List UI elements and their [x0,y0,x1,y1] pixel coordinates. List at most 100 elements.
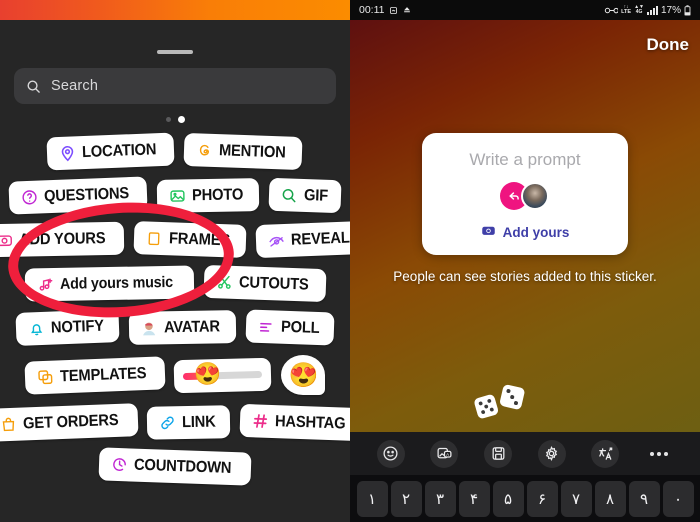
sticker-mention[interactable]: MENTION [183,132,304,171]
countdown-clock-icon [110,455,129,474]
link-chain-icon [158,414,176,432]
key-6[interactable]: ۶ [526,480,558,517]
key-7[interactable]: ۷ [560,480,592,517]
sticker-label: TEMPLATES [59,364,147,385]
sticker-label: MENTION [218,141,287,161]
eye-care-icon [604,6,619,15]
add-yours-label: Add yours [502,224,570,240]
key-4[interactable]: ۴ [458,480,490,517]
search-placeholder: Search [51,78,99,94]
poll-bars-icon [257,317,276,336]
sheet-grabber-handle[interactable] [157,50,193,54]
sticker-hashtag[interactable]: HASHTAG [239,403,350,442]
pagination-dots [0,116,350,123]
location-pin-icon [58,144,77,163]
upload-cloud-icon [402,5,412,15]
sticker-label: COUNTDOWN [133,456,232,477]
sticker-label: LOCATION [82,140,157,161]
prompt-placeholder-text[interactable]: Write a prompt [469,150,580,170]
sticker-templates[interactable]: TEMPLATES [23,355,166,395]
sticker-label: REVEAL [290,229,350,249]
search-input[interactable]: Search [14,68,336,104]
sticker-row: LOCATION MENTION [0,132,350,171]
translate-swap-icon[interactable] [591,439,620,468]
sticker-avatar[interactable]: AVATAR [129,310,237,345]
sticker-label: ADD YOURS [18,229,106,249]
scissors-icon [214,273,233,292]
sticker-label: FRAMES [168,229,231,249]
camera-icon [0,231,13,249]
slider-track[interactable]: 😍 [183,361,263,386]
key-9[interactable]: ۹ [628,480,660,517]
status-bar: 00:11 ↑↓ LTE ▲▼ 4G 17% [350,0,700,20]
sticker-cutouts[interactable]: CUTOUTS [203,264,326,303]
lte-icon: ↑↓ LTE [621,3,632,15]
pagination-dot-1[interactable] [165,117,171,122]
story-canvas[interactable]: Done Write a prompt Add yours People can… [350,20,700,432]
sticker-row: NOTIFY AVATAR POLL [0,309,350,346]
bell-icon [27,319,46,338]
sticker-link[interactable]: LINK [147,405,231,440]
sticker-add-yours[interactable]: ADD YOURS [0,221,125,258]
key-5[interactable]: ۵ [492,480,524,517]
sticker-row: ADD YOURS FRAMES REVEAL [0,220,350,259]
sticker-location[interactable]: LOCATION [46,132,175,171]
question-circle-icon [20,188,39,207]
sticker-image-icon[interactable]: A [430,439,459,468]
sticker-countdown[interactable]: COUNTDOWN [98,447,252,486]
editor-toolbar: A [350,432,700,475]
sticker-row: COUNTDOWN [0,447,350,486]
battery-icon [684,4,691,16]
slider-emoji-knob[interactable]: 😍 [194,361,222,387]
sticker-add-yours-music[interactable]: Add yours music [24,265,194,302]
add-yours-prompt-card[interactable]: Write a prompt Add yours [422,133,628,255]
camera-icon [481,223,496,241]
screenshot-icon [389,6,398,15]
story-editor-panel: 00:11 ↑↓ LTE ▲▼ 4G 17% Done Write a prom… [350,0,700,522]
sticker-photo[interactable]: PHOTO [157,178,260,213]
hashtag-icon [251,412,270,431]
sticker-label: HASHTAG [274,412,346,433]
battery-percent: 17% [660,4,681,16]
more-options-icon[interactable] [645,440,673,468]
photo-image-icon [168,187,186,205]
key-3[interactable]: ۳ [424,480,456,517]
emoji-smiley-icon[interactable] [376,439,405,468]
sticker-row: QUESTIONS PHOTO GIF [0,176,350,215]
sticker-notify[interactable]: NOTIFY [15,309,121,346]
vpn-icon: ▲▼ 4G [634,4,644,15]
key-8[interactable]: ۸ [594,480,626,517]
sticker-gif[interactable]: GIF [268,177,342,214]
sticker-grid: LOCATION MENTION QUESTIONS PHOTO GIF ADD… [0,130,350,522]
key-1[interactable]: ۱ [356,480,388,517]
numeric-keyboard-row: ۱ ۲ ۳ ۴ ۵ ۶ ۷ ۸ ۹ ۰ [350,475,700,522]
sticker-label: PHOTO [192,185,244,204]
save-clipboard-icon[interactable] [484,439,513,468]
pagination-dot-2-active[interactable] [177,116,185,123]
sticker-row: TEMPLATES 😍 😍 [0,355,350,395]
key-0[interactable]: ۰ [662,480,694,517]
sticker-row: Add yours music CUTOUTS [0,264,350,303]
dice-pair-icon[interactable] [472,382,532,422]
sticker-label: GIF [303,186,329,205]
story-gradient-strip [0,0,350,20]
sticker-frames[interactable]: FRAMES [133,221,247,258]
signal-bars-icon [646,5,658,15]
add-yours-cta[interactable]: Add yours [481,223,570,241]
gif-search-icon [280,186,299,205]
done-button[interactable]: Done [647,35,690,55]
sticker-get-orders[interactable]: GET ORDERS [0,403,138,442]
avatar-pair [496,182,554,210]
sticker-questions[interactable]: QUESTIONS [8,176,148,215]
emoji-reaction-sticker[interactable]: 😍 [281,355,326,395]
emoji-slider-sticker[interactable]: 😍 [174,357,272,393]
sticker-reveal[interactable]: REVEAL [255,220,350,259]
music-note-plus-icon [36,275,54,293]
sticker-poll[interactable]: POLL [245,309,335,346]
sticker-label: POLL [280,318,320,337]
threads-at-icon [195,141,214,160]
templates-icon [35,368,54,387]
gear-settings-icon[interactable] [537,439,566,468]
sticker-tray-panel: Search LOCATION MENTION QUESTIONS PHOTO … [0,0,350,522]
key-2[interactable]: ۲ [390,480,422,517]
